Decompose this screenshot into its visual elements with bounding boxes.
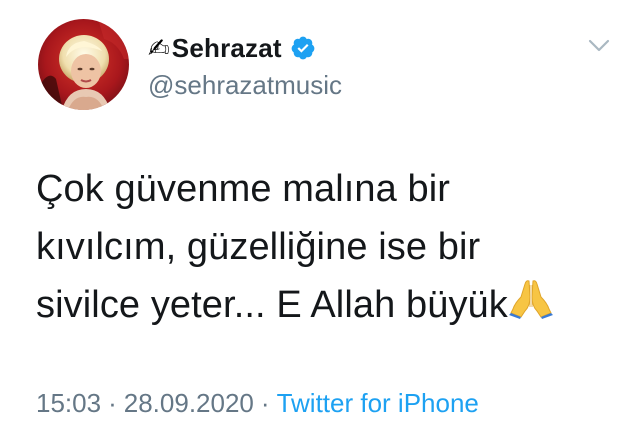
tweet-text-line: kıvılcım, güzelliğine ise bir bbox=[36, 226, 481, 268]
tweet-source-link[interactable]: Twitter for iPhone bbox=[277, 388, 479, 418]
tweet-date[interactable]: 28.09.2020 bbox=[124, 388, 254, 418]
tweet-time[interactable]: 15:03 bbox=[36, 388, 101, 418]
tweet-text-line: Çok güvenme malına bir bbox=[36, 168, 451, 210]
writing-hand-emoji: ✍ bbox=[148, 33, 170, 63]
tweet-text: Çok güvenme malına bir kıvılcım, güzelli… bbox=[36, 160, 616, 336]
tweet-meta: 15:03 · 28.09.2020 · Twitter for iPhone bbox=[36, 388, 479, 419]
meta-separator: · bbox=[108, 388, 117, 418]
tweet-text-line: sivilce yeter... E Allah büyük bbox=[36, 284, 508, 326]
avatar[interactable] bbox=[38, 19, 129, 110]
verified-badge-icon bbox=[290, 35, 316, 61]
chevron-down-icon[interactable] bbox=[588, 38, 610, 54]
avatar-image bbox=[38, 19, 129, 110]
praying-hands-icon bbox=[508, 277, 553, 336]
tweet-card: ✍ Sehrazat @sehrazatmusic Çok güvenme ma… bbox=[0, 0, 640, 442]
author-handle[interactable]: @sehrazatmusic bbox=[148, 70, 342, 101]
tweet-text-line-last: sivilce yeter... E Allah büyük bbox=[36, 276, 616, 336]
author-name-row[interactable]: ✍ Sehrazat bbox=[148, 30, 316, 66]
display-name[interactable]: Sehrazat bbox=[172, 33, 282, 64]
meta-separator: · bbox=[260, 388, 270, 418]
